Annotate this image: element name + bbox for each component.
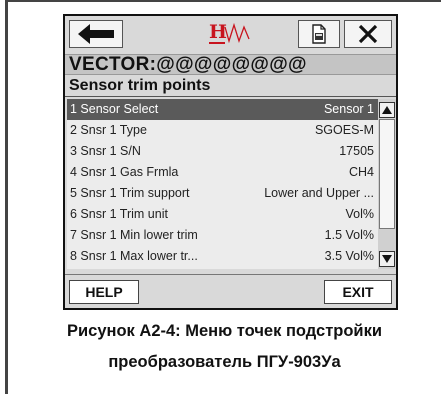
svg-text:H: H [209,21,227,43]
menu-item-label: 7 Snsr 1 Min lower trim [70,228,198,242]
caption-line-1: Рисунок А2-4: Меню точек подстройки [67,322,382,340]
menu-item-value: CH4 [348,165,374,179]
back-button[interactable] [69,20,123,48]
toolbar: H [65,16,396,53]
scrollbar[interactable] [378,99,396,269]
menu-item-value: SGOES-M [314,123,374,137]
menu-item-value: 3.5 Vol% [324,249,374,263]
page: H VECTOR:@@@@@@@@ Sensor trim points 1 S… [0,0,441,394]
bottom-bar: HELP EXIT [65,274,396,308]
close-button[interactable] [344,20,392,48]
menu-item-value: Sensor 1 [323,102,374,116]
device-screen: H VECTOR:@@@@@@@@ Sensor trim points 1 S… [63,14,398,310]
menu-item-snsr-type[interactable]: 2 Snsr 1 Type SGOES-M [67,120,378,141]
help-button[interactable]: HELP [69,280,139,304]
menu-item-value: 1.5 Vol% [324,228,374,242]
menu-item-label: 4 Snsr 1 Gas Frmla [70,165,179,179]
menu-item-sensor-select[interactable]: 1 Sensor Select Sensor 1 [67,99,378,120]
menu-item-value: Vol% [345,207,375,221]
menu-item-label: 2 Snsr 1 Type [70,123,147,137]
menu-item-gas-formula[interactable]: 4 Snsr 1 Gas Frmla CH4 [67,162,378,183]
triangle-up-icon [382,106,392,114]
menu-item-trim-unit[interactable]: 6 Snsr 1 Trim unit Vol% [67,204,378,225]
figure-caption: Рисунок А2-4: Меню точек подстройки прео… [8,316,441,378]
triangle-down-icon [382,255,392,263]
frame-top-border [5,0,441,2]
menu-title: Sensor trim points [65,75,396,97]
menu-list: 1 Sensor Select Sensor 1 2 Snsr 1 Type S… [67,99,378,269]
menu-item-min-lower-trim[interactable]: 7 Snsr 1 Min lower trim 1.5 Vol% [67,225,378,246]
menu-item-max-lower-trim[interactable]: 8 Snsr 1 Max lower tr... 3.5 Vol% [67,246,378,267]
hart-logo-icon: H [209,21,250,44]
menu-item-label: 8 Snsr 1 Max lower tr... [70,249,198,263]
scroll-down-button[interactable] [379,251,395,267]
close-icon [358,24,378,44]
menu-item-snsr-sn[interactable]: 3 Snsr 1 S/N 17505 [67,141,378,162]
menu-item-trim-support[interactable]: 5 Snsr 1 Trim support Lower and Upper ..… [67,183,378,204]
caption-line-2: преобразователь ПГУ-903Уа [108,353,341,371]
menu-item-value: 17505 [339,144,374,158]
exit-button[interactable]: EXIT [324,280,392,304]
back-arrow-icon [78,24,114,44]
scrollbar-thumb[interactable] [379,119,395,229]
document-button[interactable] [298,20,340,48]
menu-item-label: 5 Snsr 1 Trim support [70,186,190,200]
scroll-up-button[interactable] [379,102,395,118]
menu-item-value: Lower and Upper ... [264,186,374,200]
menu-item-label: 1 Sensor Select [70,102,159,116]
menu-item-label: 3 Snsr 1 S/N [70,144,141,158]
device-tag-bar: VECTOR:@@@@@@@@ [65,54,396,75]
document-icon [312,24,326,44]
menu-item-label: 6 Snsr 1 Trim unit [70,207,168,221]
